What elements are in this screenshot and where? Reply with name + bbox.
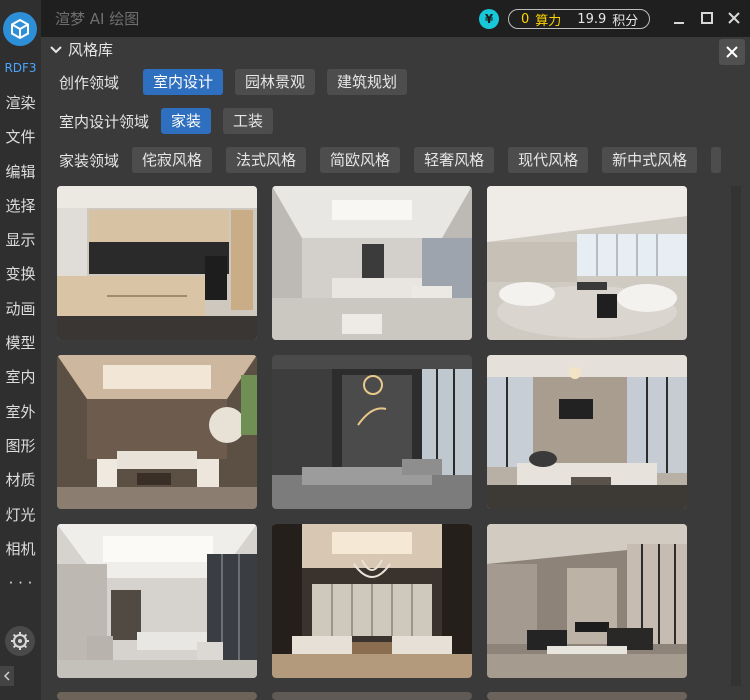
maximize-icon[interactable] (697, 8, 717, 28)
chip-architecture[interactable]: 建筑规划 (327, 69, 408, 95)
sidebar-menu: 渲染 文件 编辑 选择 显示 变换 动画 模型 室内 室外 图形 材质 灯光 相… (0, 86, 41, 600)
sidebar-item-animation[interactable]: 动画 (0, 292, 41, 326)
chip-more-overflow[interactable]: ​ (711, 147, 722, 173)
sidebar-item-select[interactable]: 选择 (0, 189, 41, 223)
sidebar-item-interior[interactable]: 室内 (0, 360, 41, 394)
chip-simple-european[interactable]: 简欧风格 (320, 147, 401, 173)
gallery-item-living-chandelier[interactable] (272, 524, 472, 678)
gallery-item-next-row[interactable] (487, 692, 687, 700)
gallery-item-next-row[interactable] (57, 692, 257, 700)
style-gallery (57, 186, 689, 700)
app-version: RDF3 (4, 61, 37, 75)
sidebar-item-camera[interactable]: 相机 (0, 532, 41, 566)
sidebar-item-exterior[interactable]: 室外 (0, 395, 41, 429)
gallery-item-kitchen[interactable] (57, 186, 257, 340)
chip-modern[interactable]: 现代风格 (508, 147, 589, 173)
sidebar-collapse-chevron-left-icon[interactable] (0, 666, 14, 686)
interior-domain-label: 室内设计领域 (59, 112, 150, 131)
style-library-header[interactable]: 风格库 (41, 37, 750, 63)
home-domain-row: 家装领域 侘寂风格 法式风格 简欧风格 轻奢风格 现代风格 新中式风格 ​ (59, 147, 735, 173)
sidebar-item-display[interactable]: 显示 (0, 223, 41, 257)
app-sidebar: RDF3 渲染 文件 编辑 选择 显示 变换 动画 模型 室内 室外 图形 材质… (0, 0, 42, 700)
gallery-item-next-row[interactable] (272, 692, 472, 700)
chip-new-chinese[interactable]: 新中式风格 (602, 147, 698, 173)
chip-commercial[interactable]: 工装 (223, 108, 274, 134)
settings-gear-icon[interactable] (5, 626, 35, 656)
sidebar-item-light[interactable]: 灯光 (0, 498, 41, 532)
sidebar-item-render[interactable]: 渲染 (0, 86, 41, 120)
sidebar-item-transform[interactable]: 变换 (0, 257, 41, 291)
gallery-item-living-round-sofa[interactable] (487, 186, 687, 340)
gallery-scrollbar[interactable] (731, 186, 741, 686)
app-logo-icon[interactable] (3, 12, 37, 46)
window-title: 渲梦 AI 绘图 (55, 10, 140, 28)
sidebar-item-edit[interactable]: 编辑 (0, 155, 41, 189)
creation-domain-row: 创作领域 室内设计 园林景观 建筑规划 (59, 69, 419, 95)
sidebar-more[interactable]: · · · (0, 566, 41, 600)
gallery-item-living-fireplace[interactable] (487, 524, 687, 678)
creation-domain-label: 创作领域 (59, 73, 120, 92)
chip-landscape[interactable]: 园林景观 (235, 69, 316, 95)
yuan-currency-icon[interactable]: ¥ (479, 9, 499, 29)
gallery-item-living-glass-partition[interactable] (57, 524, 257, 678)
interior-domain-row: 室内设计领域 家装 工装 (59, 108, 285, 134)
panel-close-icon[interactable] (719, 39, 745, 65)
chip-light-luxury[interactable]: 轻奢风格 (414, 147, 495, 173)
gallery-item-living-wood-ceiling[interactable] (57, 355, 257, 509)
minimize-icon[interactable] (669, 8, 689, 28)
gallery-item-living-city-view[interactable] (487, 355, 687, 509)
chip-french[interactable]: 法式风格 (226, 147, 307, 173)
panel-title: 风格库 (68, 41, 114, 59)
window-close-icon[interactable] (724, 8, 744, 28)
gallery-item-living-double-height[interactable] (272, 355, 472, 509)
chip-interior-design[interactable]: 室内设计 (143, 69, 224, 95)
compute-label: 算力 (535, 13, 562, 29)
collapse-chevron-down-icon[interactable] (50, 45, 62, 55)
chip-residential[interactable]: 家装 (161, 108, 212, 134)
points-value: 19.9 (577, 11, 607, 27)
sidebar-item-model[interactable]: 模型 (0, 326, 41, 360)
sidebar-item-graphics[interactable]: 图形 (0, 429, 41, 463)
points-label: 积分 (612, 13, 639, 29)
balance-badge[interactable]: 0 算力 19.9 积分 (508, 9, 650, 29)
chip-wabi-sabi[interactable]: 侘寂风格 (132, 147, 213, 173)
window-titlebar[interactable]: 渲梦 AI 绘图 ¥ 0 算力 19.9 积分 (41, 0, 750, 37)
compute-value: 0 (521, 11, 530, 27)
gallery-item-living-white-ceiling[interactable] (272, 186, 472, 340)
ai-drawing-window: 渲梦 AI 绘图 ¥ 0 算力 19.9 积分 风格库 创作领域 室内设计 园林… (41, 0, 750, 700)
sidebar-item-file[interactable]: 文件 (0, 120, 41, 154)
sidebar-item-material[interactable]: 材质 (0, 463, 41, 497)
home-domain-label: 家装领域 (59, 151, 120, 170)
